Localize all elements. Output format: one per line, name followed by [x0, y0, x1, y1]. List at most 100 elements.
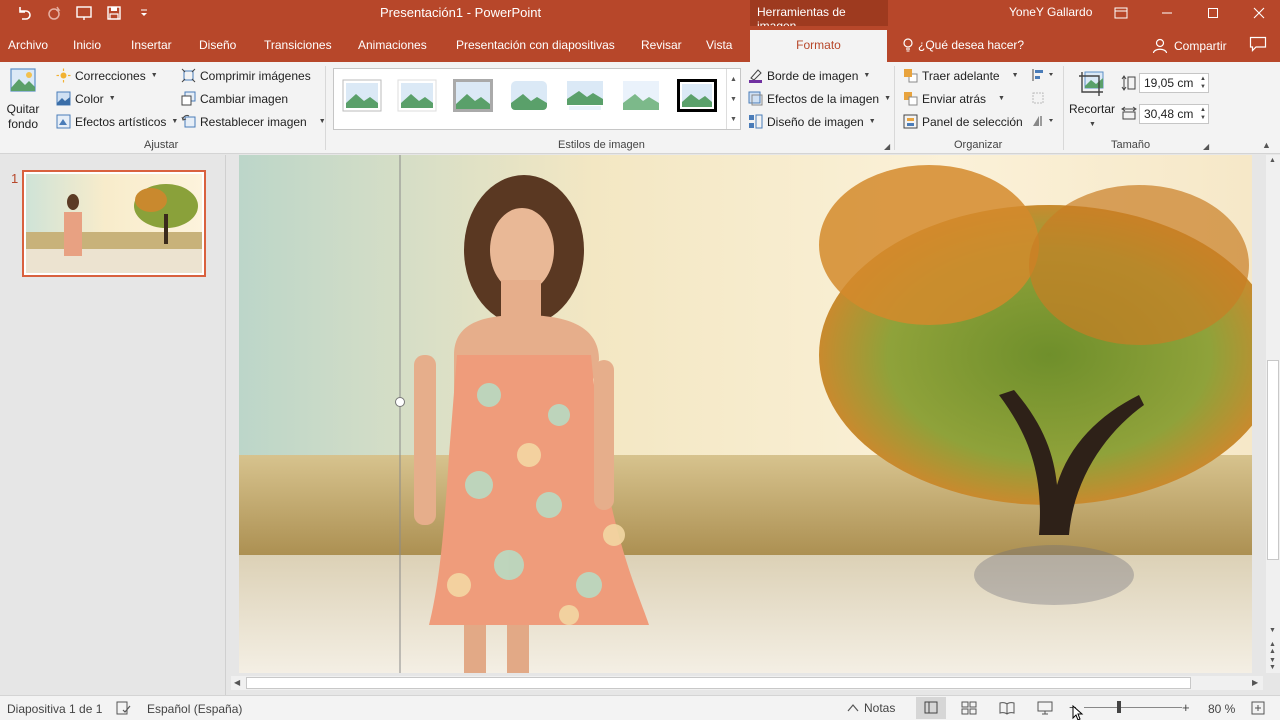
- undo-icon[interactable]: [14, 3, 34, 23]
- tab-animaciones[interactable]: Animaciones: [358, 38, 427, 52]
- tab-diseno[interactable]: Diseño: [199, 38, 236, 52]
- change-picture-label: Cambiar imagen: [200, 91, 289, 106]
- bring-forward-button[interactable]: Traer adelante ▼: [903, 68, 1019, 83]
- slideshow-view-icon[interactable]: [1037, 701, 1053, 718]
- ribbon-display-options-icon[interactable]: [1110, 3, 1132, 23]
- align-icon[interactable]: [1031, 68, 1057, 85]
- slide-info: Diapositiva 1 de 1: [7, 702, 103, 716]
- vertical-scroll-thumb[interactable]: [1267, 360, 1279, 560]
- color-button[interactable]: Color ▼: [56, 91, 116, 106]
- collapse-ribbon-icon[interactable]: ▲: [1262, 140, 1271, 150]
- zoom-slider-thumb[interactable]: [1117, 701, 1121, 713]
- fit-to-window-icon[interactable]: [1251, 701, 1265, 718]
- gallery-scroll-down[interactable]: ▼: [726, 89, 740, 109]
- bring-forward-label: Traer adelante: [922, 68, 1000, 83]
- close-icon[interactable]: [1248, 3, 1270, 23]
- remove-background-button[interactable]: Quitar fondo: [4, 66, 42, 132]
- notes-button[interactable]: Notas: [847, 701, 895, 715]
- language[interactable]: Español (España): [147, 702, 242, 716]
- picture-style-thumb-selected[interactable]: [677, 79, 717, 112]
- group-separator: [325, 66, 326, 150]
- compress-icon: [181, 68, 196, 83]
- width-field[interactable]: 30,48 cm ▲ ▼: [1139, 104, 1209, 124]
- tab-transiciones[interactable]: Transiciones: [264, 38, 332, 52]
- document-title: Presentación1 - PowerPoint: [380, 5, 542, 20]
- slide-thumbnail-pane: 1: [0, 155, 226, 695]
- save-icon[interactable]: [104, 3, 124, 23]
- slide-sorter-view-icon[interactable]: [961, 701, 977, 718]
- crop-icon: [1079, 71, 1104, 96]
- mouse-cursor-icon: [1072, 704, 1084, 720]
- picture-style-thumb[interactable]: [509, 79, 549, 112]
- vertical-scrollbar[interactable]: ▲ ▼ ▲ ▲ ▼ ▼: [1266, 155, 1280, 673]
- corrections-button[interactable]: Correcciones ▼: [56, 68, 158, 83]
- share-button[interactable]: Compartir: [1152, 38, 1227, 54]
- gallery-more[interactable]: ▼: [726, 109, 740, 129]
- group-objects-icon: [1031, 91, 1057, 108]
- customize-qat-icon[interactable]: [134, 3, 154, 23]
- next-slide-icon[interactable]: ▼ ▼: [1269, 657, 1276, 671]
- crop-button[interactable]: Recortar ▼: [1068, 68, 1116, 132]
- height-spinner[interactable]: ▲ ▼: [1200, 75, 1206, 91]
- tab-vista[interactable]: Vista: [706, 38, 732, 52]
- slide-canvas[interactable]: [239, 155, 1252, 673]
- reset-picture-button[interactable]: Restablecer imagen ▼: [181, 114, 326, 129]
- gallery-scroll-up[interactable]: ▲: [726, 69, 740, 89]
- change-picture-button[interactable]: Cambiar imagen: [181, 91, 288, 106]
- picture-border-button[interactable]: Borde de imagen ▼: [748, 68, 870, 83]
- height-field[interactable]: 19,05 cm ▲ ▼: [1139, 73, 1209, 93]
- height-icon: [1121, 75, 1137, 94]
- picture-style-thumb[interactable]: [621, 79, 661, 112]
- scroll-down-arrow[interactable]: ▼: [1269, 627, 1276, 634]
- normal-view-button[interactable]: [916, 697, 946, 719]
- corrections-label: Correcciones: [75, 68, 146, 83]
- comments-icon[interactable]: [1249, 36, 1267, 55]
- person-icon: [1152, 38, 1168, 54]
- maximize-icon[interactable]: [1202, 3, 1224, 23]
- zoom-slider[interactable]: [1084, 707, 1182, 708]
- zoom-in-button[interactable]: +: [1182, 700, 1190, 715]
- compress-pictures-button[interactable]: Comprimir imágenes: [181, 68, 311, 83]
- reset-picture-label: Restablecer imagen: [200, 114, 307, 129]
- picture-style-thumb[interactable]: [342, 79, 382, 112]
- redo-icon[interactable]: [44, 3, 64, 23]
- color-label: Color: [75, 91, 104, 106]
- user-name[interactable]: YoneY Gallardo: [1009, 5, 1092, 19]
- picture-style-thumb[interactable]: [453, 79, 493, 112]
- slide-picture[interactable]: [239, 155, 1252, 673]
- tab-inicio[interactable]: Inicio: [73, 38, 101, 52]
- size-dialog-launcher[interactable]: ◢: [1203, 142, 1209, 151]
- picture-tools-label: Herramientas de imagen: [750, 0, 888, 33]
- reading-view-icon[interactable]: [999, 701, 1015, 718]
- previous-slide-icon[interactable]: ▲ ▲: [1269, 641, 1276, 655]
- start-presentation-icon[interactable]: [74, 3, 94, 23]
- picture-effects-button[interactable]: Efectos de la imagen ▼: [748, 91, 891, 106]
- tab-presentacion[interactable]: Presentación con diapositivas: [456, 38, 615, 52]
- picture-layout-button[interactable]: Diseño de imagen ▼: [748, 114, 876, 129]
- artistic-effects-button[interactable]: Efectos artísticos ▼: [56, 114, 178, 129]
- send-backward-button[interactable]: Enviar atrás ▼: [903, 91, 1005, 106]
- zoom-level[interactable]: 80 %: [1208, 702, 1235, 716]
- notes-label: Notas: [864, 701, 896, 715]
- spelling-check-icon[interactable]: [116, 701, 131, 718]
- horizontal-scrollbar[interactable]: ◀ ▶: [231, 676, 1263, 690]
- minimize-icon[interactable]: [1156, 3, 1178, 23]
- tab-revisar[interactable]: Revisar: [641, 38, 682, 52]
- tab-archivo[interactable]: Archivo: [8, 38, 48, 52]
- picture-style-thumb[interactable]: [565, 79, 605, 112]
- tell-me-search[interactable]: ¿Qué desea hacer?: [902, 38, 1024, 52]
- status-bar: Diapositiva 1 de 1 Español (España) Nota…: [0, 695, 1280, 720]
- scroll-right-arrow[interactable]: ▶: [1252, 678, 1258, 687]
- tab-formato[interactable]: Formato: [750, 30, 887, 62]
- styles-dialog-launcher[interactable]: ◢: [884, 142, 890, 151]
- horizontal-scroll-thumb[interactable]: [246, 677, 1191, 689]
- width-spinner[interactable]: ▲ ▼: [1200, 106, 1206, 122]
- selection-pane-button[interactable]: Panel de selección: [903, 114, 1023, 129]
- scroll-left-arrow[interactable]: ◀: [234, 678, 240, 687]
- scroll-up-arrow[interactable]: ▲: [1269, 157, 1276, 164]
- group-label-tamano: Tamaño: [1111, 139, 1151, 151]
- picture-style-thumb[interactable]: [397, 79, 437, 112]
- tab-insertar[interactable]: Insertar: [131, 38, 172, 52]
- rotate-icon[interactable]: [1031, 114, 1057, 131]
- slide-thumbnail[interactable]: [22, 170, 206, 277]
